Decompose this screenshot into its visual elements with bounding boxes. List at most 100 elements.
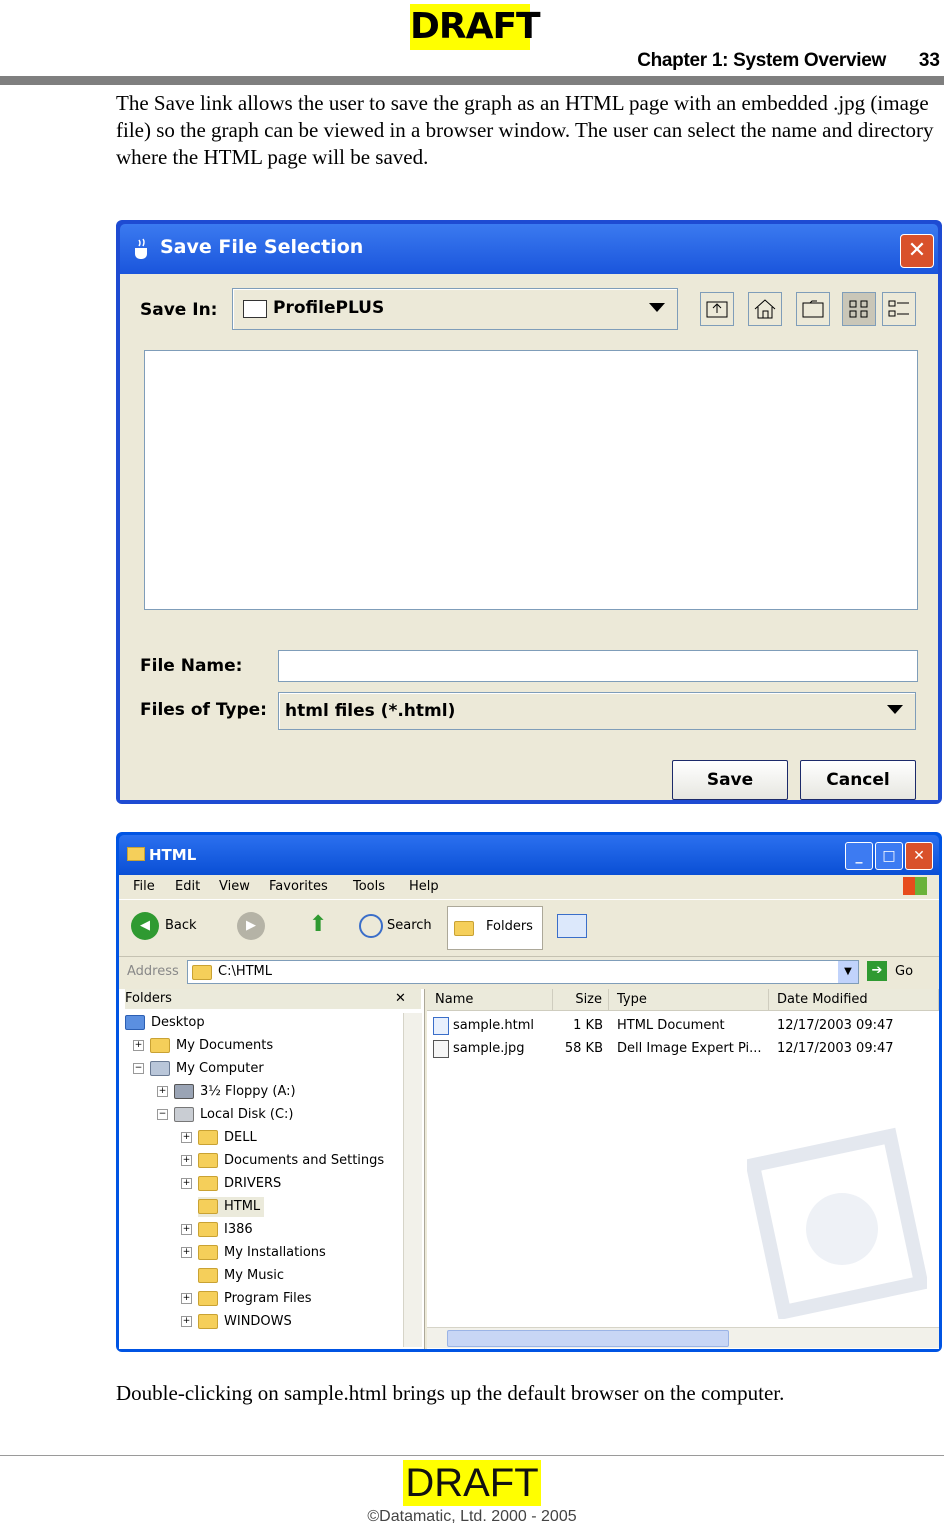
tree-item-program-files[interactable]: + Program Files — [181, 1289, 312, 1309]
file-row[interactable]: sample.jpg — [433, 1038, 525, 1060]
tree-item-desktop[interactable]: Desktop — [125, 1013, 205, 1033]
image-file-icon — [433, 1039, 449, 1058]
menu-help[interactable]: Help — [409, 879, 439, 894]
tree-item-dell[interactable]: + DELL — [181, 1128, 257, 1148]
tree-item-html[interactable]: HTML — [198, 1197, 265, 1217]
tree-item-label: I386 — [224, 1222, 253, 1237]
toolbar: ◀ Back ▶ ⬆ Search Folders — [119, 899, 939, 957]
folders-icon — [454, 921, 474, 936]
back-button[interactable]: Back — [165, 918, 197, 933]
folder-icon — [243, 300, 267, 318]
explorer-titlebar: HTML _ □ ✕ — [119, 835, 939, 875]
scrollbar-thumb[interactable] — [447, 1330, 729, 1347]
save-in-value: ProfilePLUS — [273, 298, 385, 318]
up-folder-icon[interactable]: ⬆ — [309, 912, 331, 938]
back-arrow-icon[interactable]: ◀ — [131, 912, 159, 940]
expand-icon[interactable]: + — [181, 1293, 192, 1304]
tree-item-documents-and-settings[interactable]: + Documents and Settings — [181, 1151, 384, 1171]
file-row[interactable]: sample.html — [433, 1015, 534, 1037]
tree-item-label: WINDOWS — [224, 1314, 292, 1329]
explorer-body: File Edit View Favorites Tools Help ◀ Ba… — [119, 875, 939, 1349]
column-name[interactable]: Name — [427, 989, 553, 1011]
chevron-down-icon[interactable]: ▼ — [838, 961, 858, 983]
tree-item-drivers[interactable]: + DRIVERS — [181, 1174, 281, 1194]
tree-item-floppy[interactable]: +3½ Floppy (A:) — [157, 1082, 296, 1102]
minimize-button[interactable]: _ — [845, 842, 873, 870]
go-arrow-icon[interactable]: ➔ — [867, 961, 887, 981]
file-size: 58 KB — [564, 1041, 603, 1056]
folder-watermark-icon — [747, 1127, 927, 1319]
list-view-button[interactable] — [842, 292, 876, 326]
html-file-icon — [433, 1016, 449, 1035]
expand-icon[interactable]: + — [181, 1178, 192, 1189]
maximize-button[interactable]: □ — [875, 842, 903, 870]
column-type[interactable]: Type — [609, 989, 769, 1011]
views-icon[interactable] — [557, 914, 587, 938]
tree-item-windows[interactable]: + WINDOWS — [181, 1312, 292, 1332]
new-folder-button[interactable] — [796, 292, 830, 326]
explorer-window: HTML _ □ ✕ File Edit View Favorites Tool… — [116, 832, 942, 1352]
tree-item-my-documents[interactable]: + My Documents — [133, 1036, 273, 1056]
search-button[interactable]: Search — [387, 918, 432, 933]
menu-view[interactable]: View — [219, 879, 250, 894]
menu-file[interactable]: File — [133, 879, 155, 894]
tree-item-my-computer[interactable]: − My Computer — [133, 1059, 264, 1079]
folders-pane: Folders ✕ Desktop + My Documents − My Comp… — [119, 989, 425, 1349]
expand-icon[interactable]: + — [181, 1247, 192, 1258]
folder-icon — [198, 1268, 218, 1283]
expand-icon[interactable]: + — [133, 1040, 144, 1051]
desktop-icon — [125, 1015, 145, 1030]
save-in-combo[interactable]: ProfilePLUS — [232, 288, 678, 330]
file-list-pane: Name Size Type Date Modified sample.html… — [427, 989, 939, 1349]
menu-favorites[interactable]: Favorites — [269, 879, 328, 894]
save-button[interactable]: Save — [672, 760, 788, 800]
dialog-title: Save File Selection — [160, 236, 364, 258]
details-view-button[interactable] — [882, 292, 916, 326]
file-name-input[interactable] — [278, 650, 918, 682]
address-bar: Address C:\HTML ▼ ➔ Go — [119, 957, 939, 987]
address-label: Address — [127, 964, 179, 979]
folders-scrollbar[interactable] — [403, 1013, 422, 1347]
expand-icon[interactable]: + — [181, 1132, 192, 1143]
column-date-modified[interactable]: Date Modified — [769, 989, 939, 1011]
folders-button[interactable]: Folders — [447, 906, 543, 950]
save-in-label: Save In: — [140, 300, 218, 320]
address-input[interactable]: C:\HTML ▼ — [187, 960, 859, 984]
close-button[interactable]: ✕ — [905, 842, 933, 870]
folder-icon — [150, 1038, 170, 1053]
expand-icon[interactable]: + — [181, 1316, 192, 1327]
page-number: 33 — [918, 50, 940, 71]
menu-edit[interactable]: Edit — [175, 879, 200, 894]
collapse-icon[interactable]: − — [157, 1109, 168, 1120]
file-list[interactable] — [144, 350, 918, 610]
dialog-titlebar: Save File Selection ✕ — [120, 224, 938, 274]
expand-icon[interactable]: + — [181, 1224, 192, 1235]
draft-watermark-top: DRAFT — [410, 4, 541, 50]
tree-item-my-installations[interactable]: + My Installations — [181, 1243, 326, 1263]
folder-icon — [198, 1291, 218, 1306]
header-rule — [0, 76, 944, 85]
home-button[interactable] — [748, 292, 782, 326]
collapse-icon[interactable]: − — [133, 1063, 144, 1074]
column-size[interactable]: Size — [553, 989, 609, 1011]
files-of-type-combo[interactable]: html files (*.html) — [278, 692, 916, 730]
expand-icon[interactable]: + — [181, 1155, 192, 1166]
up-one-level-button[interactable] — [700, 292, 734, 326]
forward-arrow-icon[interactable]: ▶ — [237, 912, 265, 940]
tree-item-my-music[interactable]: My Music — [198, 1266, 284, 1286]
menu-tools[interactable]: Tools — [353, 879, 385, 894]
horizontal-scrollbar[interactable] — [427, 1327, 939, 1348]
tree-item-local-disk[interactable]: − Local Disk (C:) — [157, 1105, 293, 1125]
go-button[interactable]: Go — [895, 964, 913, 979]
expand-icon[interactable]: + — [157, 1086, 168, 1097]
tree-item-label: DRIVERS — [224, 1176, 282, 1191]
figure-caption: Double-clicking on sample.html brings up… — [116, 1381, 785, 1405]
cancel-button[interactable]: Cancel — [800, 760, 916, 800]
folder-icon — [127, 847, 145, 861]
close-button[interactable]: ✕ — [900, 234, 934, 268]
tree-item-label: HTML — [224, 1199, 261, 1214]
close-icon[interactable]: ✕ — [395, 989, 406, 1009]
search-icon[interactable] — [359, 914, 383, 938]
tree-item-i386[interactable]: + I386 — [181, 1220, 253, 1240]
folders-pane-title: Folders — [125, 991, 172, 1006]
